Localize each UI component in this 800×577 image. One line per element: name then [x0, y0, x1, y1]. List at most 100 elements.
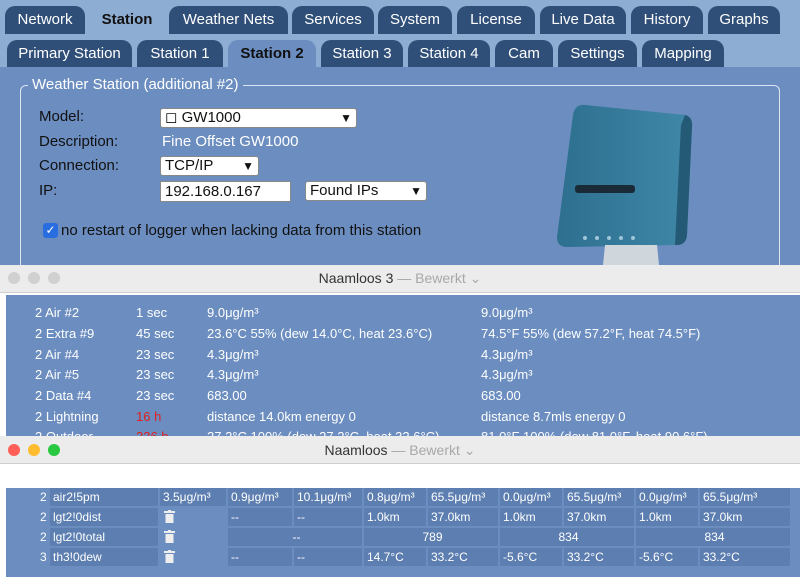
table-cell: 65.5μg/m³ — [428, 488, 498, 506]
zoom-window-button[interactable] — [48, 272, 60, 284]
window-title-bar[interactable]: Naamloos — Bewerkt ⌄ — [0, 436, 800, 464]
imperial-value: 4.3μg/m³ — [481, 347, 533, 362]
table-cell: 33.2°C — [564, 548, 634, 566]
sensor-age: 1 sec — [136, 305, 168, 320]
sensor-name: 2 Data #4 — [35, 388, 92, 403]
connection-select[interactable]: TCP/IP ▼ — [160, 156, 259, 176]
tab-station-4[interactable]: Station 4 — [408, 40, 490, 67]
table-cell: 33.2°C — [428, 548, 498, 566]
tab-station-1[interactable]: Station 1 — [137, 40, 223, 67]
model-label: Model: — [39, 108, 85, 125]
metric-value: 9.0μg/m³ — [207, 305, 259, 320]
table-cell: 0.0μg/m³ — [500, 488, 562, 506]
imperial-value: 9.0μg/m³ — [481, 305, 533, 320]
found-ips-select[interactable]: Found IPs ▼ — [305, 181, 427, 201]
close-window-button[interactable] — [8, 444, 20, 456]
table-row: 2 lgt2!0total -- 789 834 834 — [6, 528, 800, 548]
minimize-window-button[interactable] — [28, 272, 40, 284]
tab-cam[interactable]: Cam — [495, 40, 553, 67]
edited-status: — Bewerkt ⌄ — [391, 442, 476, 458]
table-row: 2 air2!5pm 3.5μg/m³ 0.9μg/m³ 10.1μg/m³ 0… — [6, 488, 800, 508]
table-cell: 65.5μg/m³ — [700, 488, 790, 506]
tab-weather-nets[interactable]: Weather Nets — [169, 6, 288, 34]
sensor-key: lgt2!0dist — [50, 508, 158, 526]
table-cell: 0.9μg/m³ — [228, 488, 292, 506]
row-index: 2 — [40, 490, 47, 504]
sensor-age: 23 sec — [136, 347, 175, 362]
table-cell: 834 — [636, 528, 790, 546]
table-cell: -5.6°C — [500, 548, 562, 566]
window-naamloos-3: Naamloos 3 — Bewerkt ⌄ 2 Air #2 1 sec 9.… — [0, 265, 800, 440]
chevron-down-icon: ▼ — [242, 159, 254, 173]
tab-graphs[interactable]: Graphs — [708, 6, 780, 34]
tab-primary-station[interactable]: Primary Station — [7, 40, 132, 67]
table-cell: -- — [294, 548, 362, 566]
ip-input[interactable]: 192.168.0.167 — [160, 181, 291, 202]
description-value: Fine Offset GW1000 — [162, 133, 299, 150]
close-window-button[interactable] — [8, 272, 20, 284]
table-cell: -- — [228, 508, 292, 526]
metric-value: 23.6°C 55% (dew 14.0°C, heat 23.6°C) — [207, 326, 433, 341]
metric-value: 4.3μg/m³ — [207, 367, 259, 382]
connection-value: TCP/IP — [165, 157, 214, 174]
tab-mapping[interactable]: Mapping — [642, 40, 724, 67]
window-title: Naamloos — [324, 442, 388, 458]
imperial-value: 683.00 — [481, 388, 521, 403]
sensor-age: 23 sec — [136, 388, 175, 403]
sensor-table: 2 air2!5pm 3.5μg/m³ 0.9μg/m³ 10.1μg/m³ 0… — [6, 488, 800, 577]
ip-label: IP: — [39, 182, 58, 199]
table-cell: 65.5μg/m³ — [564, 488, 634, 506]
table-row: 3 th3!0dew -- -- 14.7°C 33.2°C -5.6°C 33… — [6, 548, 800, 568]
table-cell: 10.1μg/m³ — [294, 488, 362, 506]
table-row: 2 Air #5 23 sec 4.3μg/m³ 4.3μg/m³ — [6, 367, 800, 388]
sensor-name: 2 Air #5 — [35, 367, 80, 382]
description-label: Description: — [39, 133, 119, 150]
row-index: 2 — [40, 510, 47, 524]
tab-network[interactable]: Network — [5, 6, 85, 34]
tab-live-data[interactable]: Live Data — [540, 6, 626, 34]
imperial-value: 74.5°F 55% (dew 57.2°F, heat 74.5°F) — [481, 326, 701, 341]
table-cell: 37.0km — [700, 508, 790, 526]
sensor-name: 2 Air #2 — [35, 305, 80, 320]
table-cell: 0.8μg/m³ — [364, 488, 426, 506]
no-restart-checkbox[interactable]: ✓ — [43, 223, 58, 238]
sensor-age: 45 sec — [136, 326, 175, 341]
model-select[interactable]: ◻ GW1000 ▼ — [160, 108, 357, 128]
trash-icon[interactable] — [164, 530, 175, 543]
row-index: 2 — [40, 530, 47, 544]
table-cell: 0.0μg/m³ — [636, 488, 698, 506]
metric-value: 4.3μg/m³ — [207, 347, 259, 362]
table-cell: -- — [294, 508, 362, 526]
tab-station-2[interactable]: Station 2 — [228, 40, 316, 67]
table-cell: 1.0km — [636, 508, 698, 526]
tab-settings[interactable]: Settings — [558, 40, 637, 67]
tab-system[interactable]: System — [378, 6, 452, 34]
main-tab-bar: Network Station Weather Nets Services Sy… — [0, 0, 800, 35]
window-title-bar[interactable]: Naamloos 3 — Bewerkt ⌄ — [0, 265, 800, 293]
minimize-window-button[interactable] — [28, 444, 40, 456]
zoom-window-button[interactable] — [48, 444, 60, 456]
tab-license[interactable]: License — [457, 6, 535, 34]
sensor-age-stale: 16 h — [136, 409, 162, 424]
tab-services[interactable]: Services — [292, 6, 374, 34]
table-cell: 1.0km — [500, 508, 562, 526]
trash-icon[interactable] — [164, 510, 175, 523]
chevron-down-icon: ▼ — [340, 111, 352, 125]
live-data-table: 2 Air #2 1 sec 9.0μg/m³ 9.0μg/m³ 2 Extra… — [6, 295, 800, 440]
sensor-key: air2!5pm — [50, 488, 158, 506]
tab-station[interactable]: Station — [90, 6, 164, 34]
edited-status: — Bewerkt ⌄ — [397, 270, 482, 286]
table-cell: 1.0km — [364, 508, 426, 526]
metric-value: 683.00 — [207, 388, 247, 403]
table-row: 2 Lightning 16 h distance 14.0km energy … — [6, 409, 800, 430]
table-cell: -- — [228, 548, 292, 566]
table-row: 2 Extra #9 45 sec 23.6°C 55% (dew 14.0°C… — [6, 326, 800, 347]
table-cell: 37.0km — [428, 508, 498, 526]
imperial-value: 4.3μg/m³ — [481, 367, 533, 382]
tab-station-3[interactable]: Station 3 — [321, 40, 403, 67]
imperial-value: distance 8.7mls energy 0 — [481, 409, 626, 424]
tab-history[interactable]: History — [631, 6, 703, 34]
table-row: 2 Air #2 1 sec 9.0μg/m³ 9.0μg/m³ — [6, 305, 800, 326]
table-row: 2 Air #4 23 sec 4.3μg/m³ 4.3μg/m³ — [6, 347, 800, 368]
trash-icon[interactable] — [164, 550, 175, 563]
